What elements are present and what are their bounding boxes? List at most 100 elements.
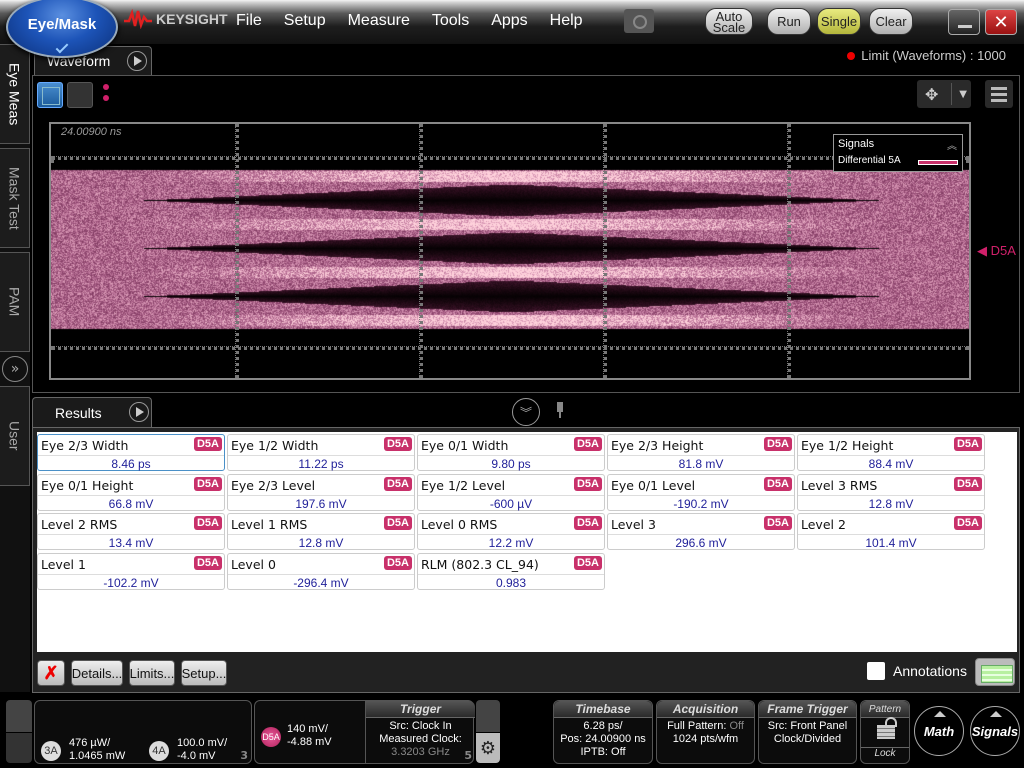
math-button[interactable]: Math [914, 706, 964, 756]
previous-page-button[interactable] [6, 700, 32, 732]
more-options-icon[interactable] [103, 84, 109, 106]
source-badge: D5A [573, 556, 602, 570]
results-play-icon[interactable] [129, 402, 149, 422]
measurement-value: 12.8 mV [798, 495, 984, 511]
measurement-value: 13.4 mV [38, 534, 224, 550]
setup-button[interactable]: Setup... [181, 660, 227, 686]
side-tab-mask-test[interactable]: Mask Test [0, 148, 30, 248]
menu-setup[interactable]: Setup [284, 12, 326, 30]
side-tab-eye-meas[interactable]: Eye Meas [0, 44, 30, 144]
side-tab-label: PAM [6, 287, 23, 317]
minimize-button[interactable] [948, 9, 980, 35]
measurement-cell[interactable]: Level 3 D5A 296.6 mV [607, 513, 795, 550]
annotations-toggle[interactable]: Annotations [867, 662, 967, 680]
source-badge: D5A [763, 516, 792, 530]
menu-measure[interactable]: Measure [348, 12, 410, 30]
grid-line [603, 124, 607, 378]
measurement-name: Eye 0/1 Width [421, 438, 509, 453]
measurement-name: Level 0 [231, 557, 276, 572]
waveform-play-icon[interactable] [127, 51, 147, 71]
menu-help[interactable]: Help [550, 12, 583, 30]
measurement-cell[interactable]: Level 1 RMS D5A 12.8 mV [227, 513, 415, 550]
page-dots-button[interactable] [6, 733, 32, 763]
next-page-button[interactable] [476, 700, 500, 732]
measurement-cell[interactable]: Level 3 RMS D5A 12.8 mV [797, 474, 985, 511]
measurement-cell[interactable]: Eye 1/2 Level D5A -600 µV [417, 474, 605, 511]
measurement-cell[interactable]: Level 0 RMS D5A 12.2 mV [417, 513, 605, 550]
multi-grid-view-icon[interactable] [67, 82, 93, 108]
settings-gear-icon[interactable]: ⚙ [476, 733, 500, 763]
annotations-checkbox[interactable] [867, 662, 885, 680]
source-badge: D5A [953, 477, 982, 491]
measurement-cell[interactable]: Eye 1/2 Height D5A 88.4 mV [797, 434, 985, 471]
channel-panel-3-4[interactable]: 3A 476 µW/1.0465 mW 4A 100.0 mV/-4.0 mV … [34, 700, 252, 764]
table-view-button[interactable] [975, 658, 1015, 686]
timebase-panel[interactable]: Timebase 6.28 ps/Pos: 24.00900 ns IPTB: O… [553, 700, 653, 764]
collapse-legend-icon[interactable]: ︽ [947, 137, 957, 152]
pin-icon[interactable] [555, 402, 565, 418]
close-button[interactable]: ✕ [985, 9, 1017, 35]
measurement-cell[interactable]: Eye 2/3 Level D5A 197.6 mV [227, 474, 415, 511]
menu-apps[interactable]: Apps [491, 12, 527, 30]
dropdown-arrow-icon: ▼ [959, 88, 967, 100]
measurement-cell[interactable]: Eye 2/3 Height D5A 81.8 mV [607, 434, 795, 471]
measurement-name: Level 1 [41, 557, 86, 572]
source-badge: D5A [193, 477, 222, 491]
measurement-value: 12.2 mV [418, 534, 604, 550]
measurement-cell[interactable]: Level 2 RMS D5A 13.4 mV [37, 513, 225, 550]
measurement-cell[interactable]: Level 1 D5A -102.2 mV [37, 553, 225, 590]
hamburger-menu-icon[interactable] [985, 80, 1013, 108]
side-tab-label: User [6, 421, 23, 451]
acquisition-panel[interactable]: Acquisition Full Pattern: Off 1024 pts/wf… [656, 700, 755, 764]
screenshot-camera-icon[interactable] [624, 9, 654, 33]
acquisition-title: Acquisition [657, 701, 754, 718]
menu-file[interactable]: File [236, 12, 262, 30]
limits-button[interactable]: Limits... [129, 660, 175, 686]
clear-button[interactable]: Clear [869, 8, 913, 35]
side-tab-label: Eye Meas [6, 62, 23, 126]
delete-measurement-button[interactable]: ✗ [37, 660, 65, 686]
signals-button[interactable]: Signals [970, 706, 1020, 756]
measurement-cell[interactable]: Level 0 D5A -296.4 mV [227, 553, 415, 590]
single-grid-view-icon[interactable] [37, 82, 63, 108]
measurement-cell[interactable]: Eye 2/3 Width D5A 8.46 ps [37, 434, 225, 471]
measurement-name: Eye 2/3 Height [611, 438, 704, 453]
measurement-name: Eye 2/3 Width [41, 438, 129, 453]
top-menu-bar: KEYSIGHT File Setup Measure Tools Apps H… [0, 0, 1024, 44]
run-button[interactable]: Run [767, 8, 811, 35]
pattern-lock-button[interactable]: Pattern Lock [860, 700, 910, 764]
grid-line [51, 346, 969, 350]
auto-scale-button[interactable]: Auto Scale [705, 8, 753, 35]
measurement-value: 11.22 ps [228, 455, 414, 471]
d5a-level-marker[interactable]: ◀ D5A [977, 243, 1016, 259]
grid-line [51, 156, 969, 160]
measurement-cell[interactable]: RLM (802.3 CL_94) D5A 0.983 [417, 553, 605, 590]
d5a-chip[interactable]: D5A [261, 727, 281, 747]
trigger-section[interactable]: Trigger Src: Clock In Measured Clock: 3.32… [365, 701, 475, 763]
side-tab-user[interactable]: User [0, 386, 30, 486]
measurement-cell[interactable]: Eye 0/1 Width D5A 9.80 ps [417, 434, 605, 471]
d5a-trigger-panel[interactable]: D5A 140 mV/-4.88 mV Trigger Src: Clock I… [254, 700, 475, 764]
measurement-cell[interactable]: Level 2 D5A 101.4 mV [797, 513, 985, 550]
measurement-name: Level 1 RMS [231, 517, 308, 532]
signals-legend[interactable]: Signals ︽ Differential 5A [833, 134, 963, 172]
menu-tools[interactable]: Tools [432, 12, 469, 30]
pan-zoom-button[interactable]: ✥ ▼ [917, 80, 971, 108]
expand-tabs-icon[interactable]: » [2, 356, 28, 382]
measurement-value: -296.4 mV [228, 574, 414, 590]
single-button[interactable]: Single [817, 8, 861, 35]
measurement-cell[interactable]: Eye 1/2 Width D5A 11.22 ps [227, 434, 415, 471]
channel-4a-chip[interactable]: 4A [149, 741, 169, 761]
auto-scale-label-2: Scale [712, 19, 746, 35]
frame-trigger-panel[interactable]: Frame Trigger Src: Front Panel Clock/Divi… [758, 700, 857, 764]
measurement-name: Eye 0/1 Level [611, 478, 696, 493]
channel-3a-chip[interactable]: 3A [41, 741, 61, 761]
details-button[interactable]: Details... [71, 660, 123, 686]
collapse-results-icon[interactable]: ︾ [512, 398, 540, 426]
legend-title: Signals [838, 138, 875, 150]
measurement-cell[interactable]: Eye 0/1 Level D5A -190.2 mV [607, 474, 795, 511]
side-tab-pam[interactable]: PAM [0, 252, 30, 352]
results-tab[interactable]: Results [32, 397, 152, 427]
measurement-cell[interactable]: Eye 0/1 Height D5A 66.8 mV [37, 474, 225, 511]
timestamp-label: 24.00900 ns [61, 126, 122, 138]
